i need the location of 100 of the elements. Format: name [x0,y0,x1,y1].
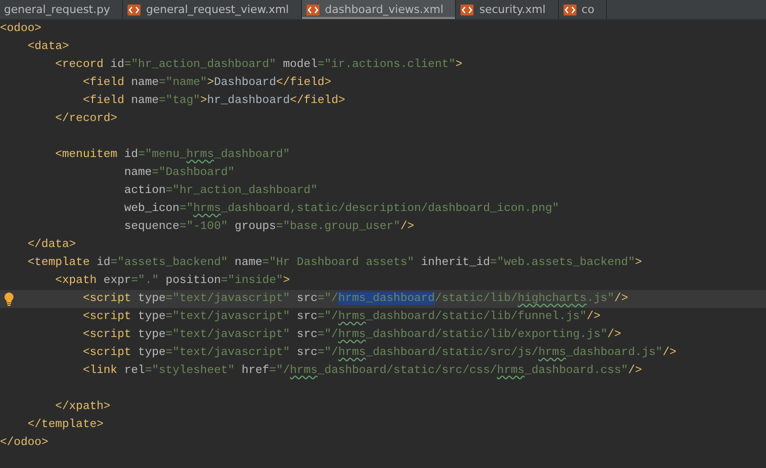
attribute-value: =" [179,202,194,215]
element-text: hr_dashboard [207,94,290,107]
xml-tag: /> [662,346,676,359]
attribute-value: ="menu_ [138,148,186,161]
xml-tag: </data> [28,238,76,251]
attribute-name: action [123,184,166,197]
attribute-value: ="/ [318,292,338,305]
misspelled-word: highcharts [518,292,587,305]
attribute-name: model [282,58,318,71]
attribute-name: name [130,76,159,89]
lightbulb-icon[interactable] [4,292,14,306]
misspelled-word: hrms [538,346,566,359]
attribute-value: ="/ [318,310,338,323]
attribute-value: _dashboard/static/lib/funnel.js" [366,310,587,323]
xml-tag: /> [614,292,628,305]
attribute-value: _dashboard/static/src/css/ [318,364,497,377]
attribute-name: src [296,292,318,305]
attribute-name: position [164,274,221,287]
attribute-value: ="ir.actions.client" [318,58,456,71]
attribute-name: href [240,364,270,377]
editor-tab[interactable]: dashboard_views.xml [302,0,456,19]
attribute-value: ="/ [269,364,290,377]
attribute-name: sequence [123,220,180,233]
attribute-value: _dashboard.css" [524,364,628,377]
attribute-name: id [109,58,124,71]
attribute-value: _dashboard.js" [566,346,663,359]
attribute-name: type [137,346,166,359]
xml-tag: </record> [55,112,118,125]
xml-tag: </xpath> [55,400,110,413]
xml-tag: <data> [28,40,70,53]
attribute-value: ="tag" [158,94,200,107]
xml-tag: > [283,274,290,287]
xml-tag: > [456,58,462,71]
xml-tag: <odoo> [0,22,42,35]
element-text: Dashboard [214,76,276,89]
misspelled-word: hrms [338,310,366,323]
attribute-name: rel [123,364,145,377]
attribute-value: ="web.assets_backend" [490,256,635,269]
attribute-value: ="/ [318,346,338,359]
attribute-value: .js" [586,292,614,305]
misspelled-word: hrms [496,364,525,377]
xml-tag: <record [55,58,104,71]
misspelled-word: hrms [193,202,221,215]
file-icon [127,4,142,16]
attribute-name: type [137,310,166,323]
attribute-name: web_icon [123,202,180,215]
editor-tab[interactable]: security.xml [456,0,559,19]
editor-tab[interactable]: co [558,0,608,19]
xml-tag: > [200,94,208,107]
attribute-value: ="Dashboard" [152,166,235,179]
attribute-name: name [130,94,159,107]
attribute-name: groups [234,220,276,233]
xml-tag: </template> [28,418,104,431]
attribute-value: ="." [131,274,159,287]
xml-tag: <menuitem [55,148,118,161]
xml-tag: </odoo> [0,436,48,449]
editor-tab[interactable]: general_request.py [0,0,124,19]
attribute-value: ="/ [318,328,338,341]
misspelled-word: hrms [338,328,366,341]
attribute-value: ="hr_action_dashboard" [166,184,318,197]
attribute-name: inherit_id [420,256,490,269]
xml-tag: <xpath [55,274,97,287]
xml-tag: > [207,76,214,89]
xml-tag: </field> [290,94,346,107]
xml-tag: <template [28,256,90,269]
xml-tag: <script [82,346,132,359]
attribute-name: type [137,292,166,305]
misspelled-word: hrms [338,346,366,359]
attribute-value: ="stylesheet" [144,364,235,377]
attribute-value: ="inside" [220,274,284,287]
attribute-name: expr [102,274,132,287]
attribute-value: ="Hr Dashboard assets" [262,256,414,269]
xml-tag: </field> [276,76,332,89]
file-icon [306,4,320,16]
attribute-name: id [96,256,110,269]
file-icon [562,4,577,16]
selected-text: hrms_dashboard [338,292,435,305]
attribute-value: ="base.group_user" [276,220,400,233]
editor-tab[interactable]: general_request_view.xml [123,0,302,19]
xml-tag: > [634,256,642,269]
attribute-value: ="text/javascript" [166,292,290,305]
attribute-name: src [296,346,318,359]
xml-tag: /> [628,364,642,377]
attribute-name: type [137,328,166,341]
xml-tag: /> [586,310,600,323]
xml-tag: <script [82,310,132,323]
attribute-name: id [123,148,138,161]
xml-tag: <field [82,94,124,107]
attribute-name: name [123,166,152,179]
attribute-value: ="text/javascript" [166,328,290,341]
attribute-value: _dashboard" [214,148,290,161]
attribute-value: ="-100" [179,220,228,233]
attribute-value: _dashboard/static/lib/exporting.js" [366,328,608,341]
attribute-value: _dashboard/static/src/js/ [366,346,538,359]
attribute-value: ="text/javascript" [166,346,290,359]
misspelled-word: hrms [186,148,214,161]
attribute-value: ="hr_action_dashboard" [124,58,276,71]
misspelled-word: hrms [290,364,318,377]
attribute-value: ="text/javascript" [166,310,290,323]
attribute-value: /static/lib/ [434,292,518,305]
